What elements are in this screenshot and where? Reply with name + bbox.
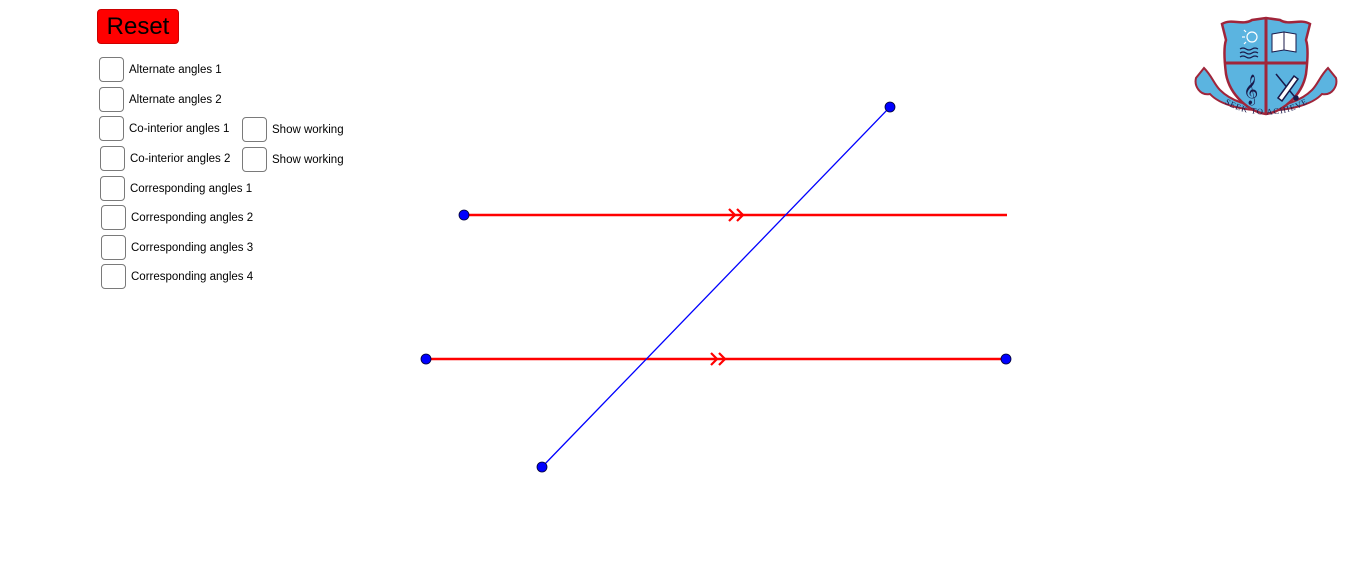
transversal-line[interactable] [541, 106, 891, 468]
geometry-canvas[interactable] [0, 0, 1357, 578]
point-bottom-line-right[interactable] [1000, 353, 1012, 365]
school-crest-logo: 𝄞 SEEK TO ACHIEVE [1194, 16, 1338, 117]
book-icon [1271, 31, 1297, 53]
point-transversal-top[interactable] [884, 101, 896, 113]
point-bottom-line-left[interactable] [420, 353, 432, 365]
point-transversal-bottom[interactable] [536, 461, 548, 473]
treble-clef-icon: 𝄞 [1243, 74, 1258, 106]
point-top-line-left[interactable] [458, 209, 470, 221]
